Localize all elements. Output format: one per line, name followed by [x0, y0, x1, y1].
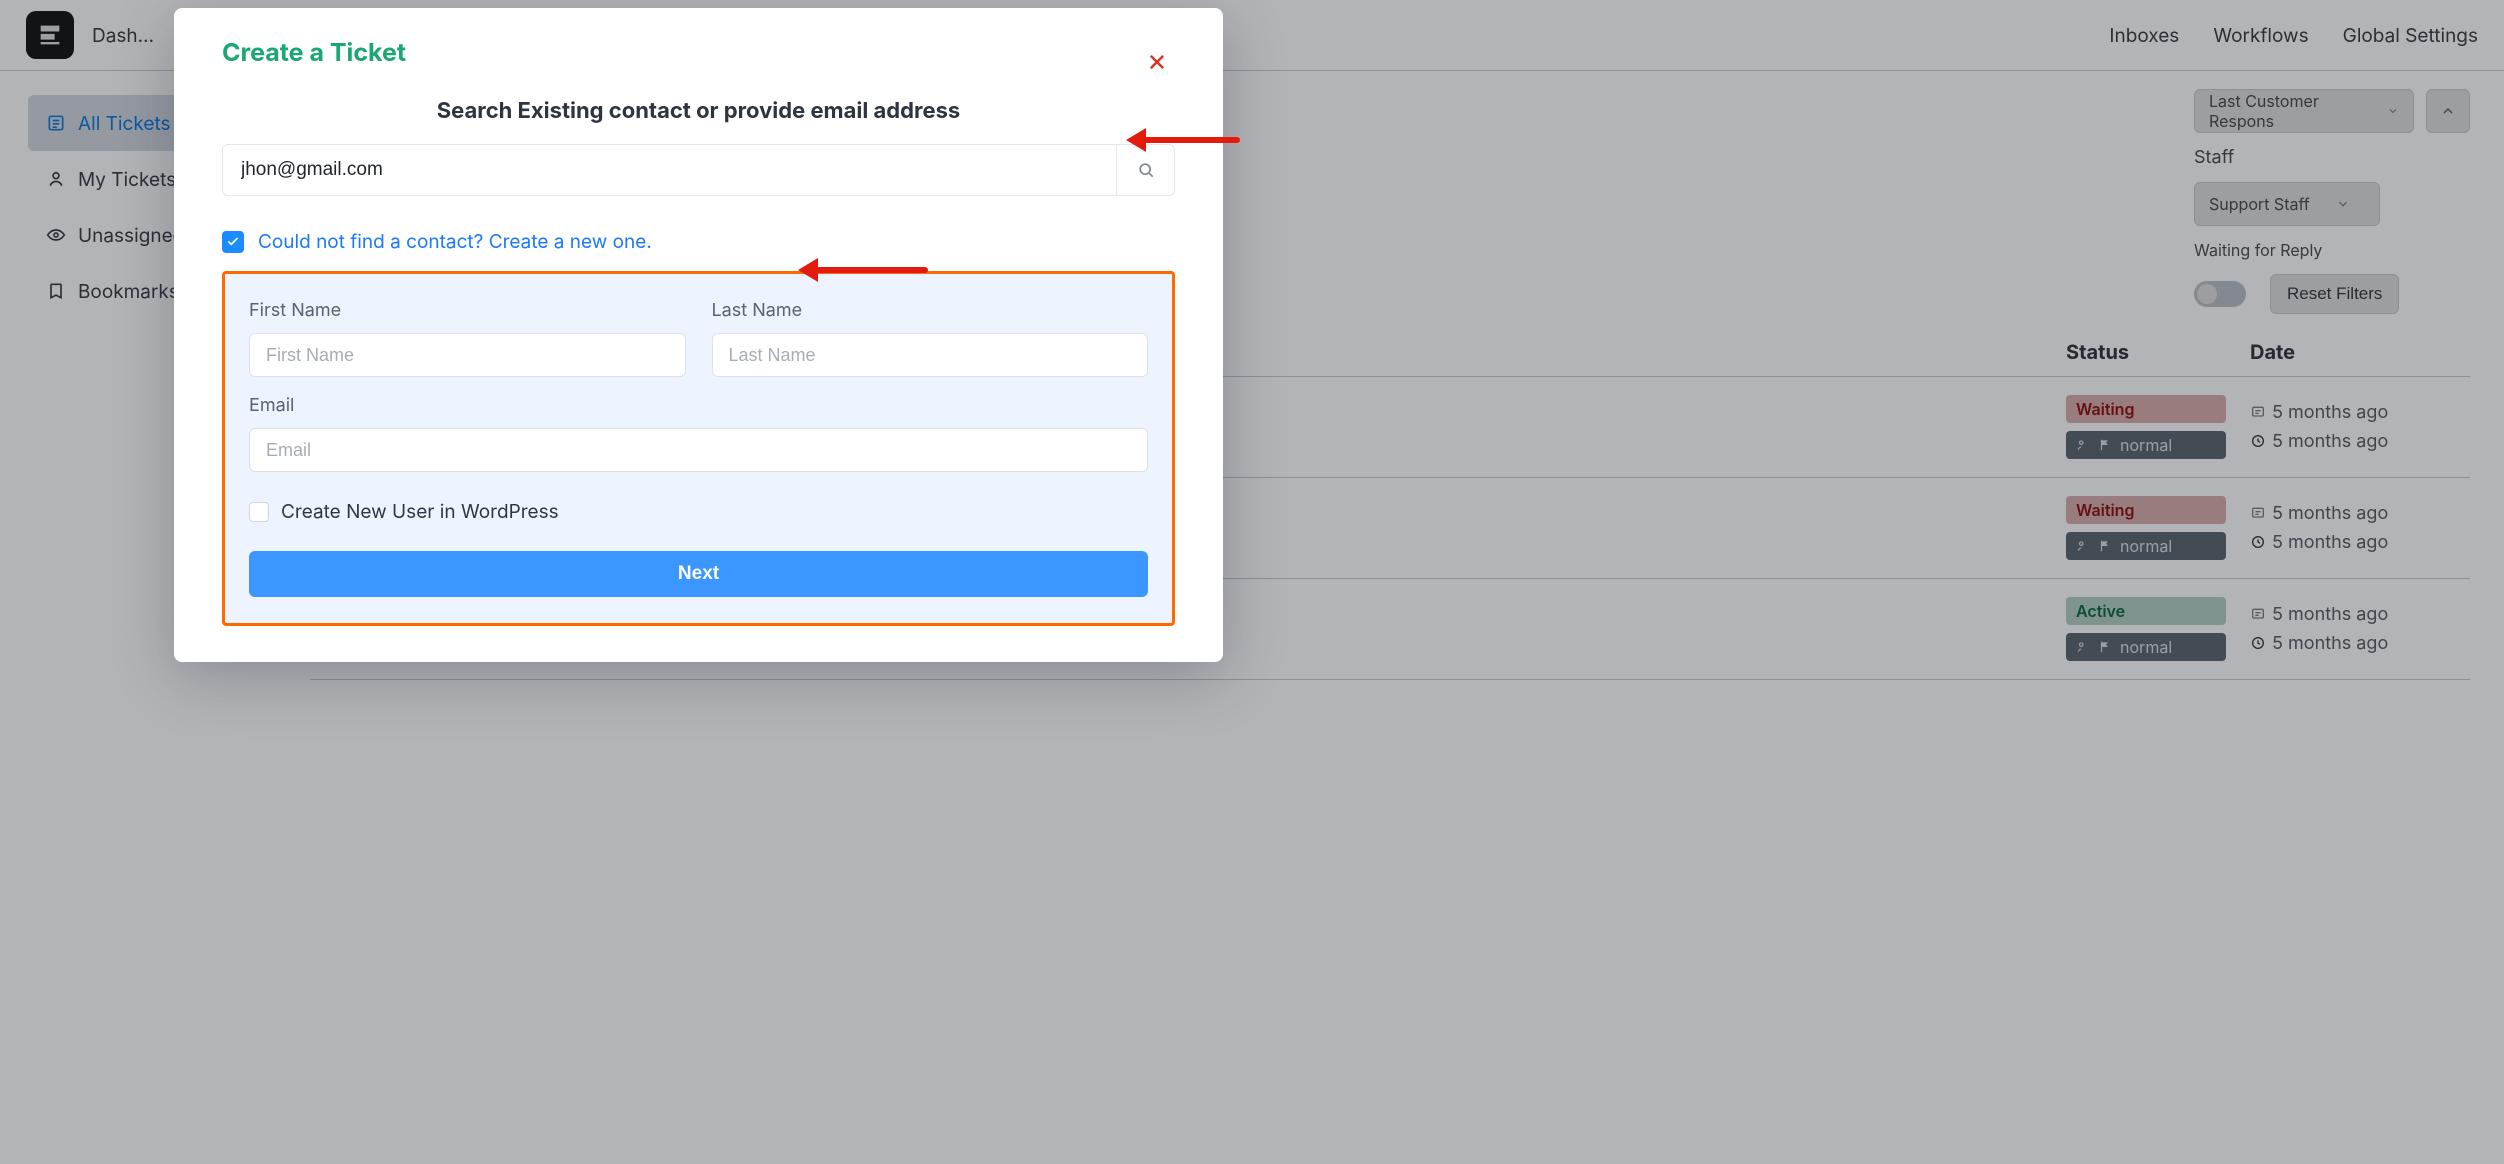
annotation-arrow [798, 258, 928, 282]
close-button[interactable] [1143, 48, 1171, 76]
create-contact-link[interactable]: Could not find a contact? Create a new o… [258, 230, 652, 253]
wp-user-checkbox[interactable] [249, 502, 269, 522]
contact-search [222, 144, 1175, 196]
email-label: Email [249, 395, 1148, 416]
annotation-arrow [1126, 128, 1240, 152]
search-icon [1136, 160, 1156, 180]
close-icon [1146, 51, 1168, 73]
modal-subtitle: Search Existing contact or provide email… [222, 98, 1175, 124]
new-contact-panel: First Name Last Name Email Create New Us… [222, 271, 1175, 626]
last-name-input[interactable] [712, 333, 1149, 377]
email-input[interactable] [249, 428, 1148, 472]
first-name-label: First Name [249, 300, 686, 321]
modal-overlay: Create a Ticket Search Existing contact … [0, 0, 2504, 1164]
modal-title: Create a Ticket [222, 38, 1175, 68]
create-contact-checkbox[interactable] [222, 231, 244, 253]
create-ticket-modal: Create a Ticket Search Existing contact … [174, 8, 1223, 662]
last-name-label: Last Name [712, 300, 1149, 321]
first-name-input[interactable] [249, 333, 686, 377]
contact-search-button[interactable] [1116, 145, 1174, 195]
wp-user-label: Create New User in WordPress [281, 500, 559, 523]
contact-search-input[interactable] [223, 145, 1116, 195]
next-button[interactable]: Next [249, 551, 1148, 597]
check-icon [226, 235, 240, 249]
